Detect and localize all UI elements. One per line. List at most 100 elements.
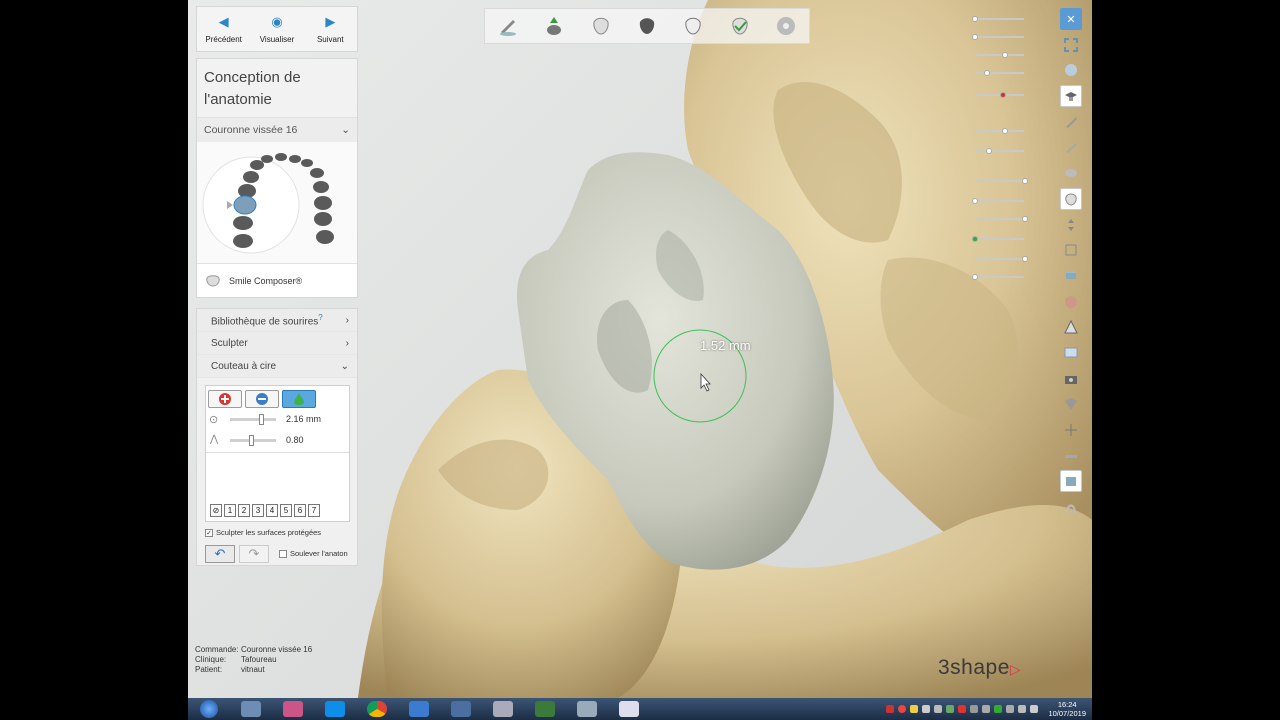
taskbar-app[interactable] [272,698,314,720]
network-icon[interactable] [1018,705,1027,713]
chrome-icon [367,701,387,717]
visibility-slider[interactable] [972,14,1032,24]
visibility-slider[interactable] [972,90,1032,100]
taskbar-dental-system[interactable] [608,698,650,720]
preset-button[interactable]: 7 [308,504,320,517]
visibility-slider[interactable] [972,272,1032,282]
smile-library-row[interactable]: Bibliothèque de sourires? › [197,309,357,332]
visibility-slider[interactable] [972,214,1032,224]
tool-crown[interactable] [578,9,624,43]
size-slider[interactable] [230,418,276,421]
visibility-slider[interactable] [972,234,1032,244]
taskbar-teamviewer[interactable] [314,698,356,720]
visibility-slider[interactable] [972,146,1032,156]
tool-button[interactable] [1060,496,1082,518]
visibility-slider[interactable] [972,68,1032,78]
redo-button[interactable]: ↷ [239,545,269,563]
taskbar-app[interactable] [230,698,272,720]
taskbar-chrome[interactable] [356,698,398,720]
tray-icon[interactable] [1030,705,1039,713]
strength-slider-knob[interactable] [249,435,254,446]
tool-button[interactable] [1060,470,1082,493]
preset-button[interactable]: 6 [294,504,306,517]
visibility-slider[interactable] [972,32,1032,42]
sculpt-row[interactable]: Sculpter › [197,332,357,355]
size-slider-knob[interactable] [259,414,264,425]
tool-pencil[interactable] [485,9,531,43]
tray-icon[interactable] [994,705,1003,713]
tool-button[interactable] [1060,187,1082,210]
tray-icon[interactable] [970,705,979,713]
visibility-slider[interactable] [972,50,1032,60]
view-sphere-button[interactable] [1060,59,1082,81]
remove-material-button[interactable] [245,390,279,408]
undo-button[interactable]: ↶ [205,545,235,563]
tool-button[interactable] [1060,162,1082,184]
tool-button[interactable] [1060,393,1082,415]
taskbar-app[interactable] [524,698,566,720]
tool-validate[interactable] [716,9,762,43]
lift-anatomy-option[interactable]: Soulever l'anaton [279,549,348,558]
hat-tool-button[interactable] [1060,85,1082,108]
tool-button[interactable] [1060,342,1082,364]
preset-button[interactable]: 4 [266,504,278,517]
protect-checkbox[interactable]: ✓ [205,528,213,537]
tool-finish[interactable] [763,9,809,43]
tool-button[interactable] [1060,265,1082,287]
tools-panel: Bibliothèque de sourires? › Sculpter › C… [196,308,358,566]
tool-button[interactable] [1060,419,1082,441]
clock[interactable]: 16:24 10/07/2019 [1048,700,1086,718]
tool-button[interactable] [1060,111,1082,133]
visibility-slider[interactable] [972,126,1032,136]
preset-button[interactable]: 3 [252,504,264,517]
smile-composer-button[interactable]: Smile Composer® [197,263,357,297]
volume-icon[interactable] [922,705,931,713]
tray-icon[interactable] [946,705,955,713]
tooth-chart[interactable] [199,153,357,261]
tray-icon[interactable] [1006,705,1015,713]
preset-reset-button[interactable]: ⊘ [210,504,222,517]
taskbar-app[interactable] [482,698,524,720]
add-material-button[interactable] [208,390,242,408]
help-icon[interactable]: ? [318,313,322,322]
crown-selector[interactable]: Couronne vissée 16 ⌄ [197,118,357,142]
close-button[interactable]: ✕ [1060,8,1082,30]
previous-button[interactable]: ◀ Précédent [197,7,250,51]
app-icon [451,701,471,717]
tray-icon[interactable] [982,705,991,713]
tray-icon[interactable] [898,705,907,713]
tool-button[interactable] [1060,316,1082,338]
smooth-button[interactable] [282,390,316,408]
tool-button[interactable] [1060,214,1082,236]
next-button[interactable]: ▶ Suivant [304,7,357,51]
tool-button[interactable] [1060,291,1082,313]
tool-dark-crown[interactable] [624,9,670,43]
protect-surfaces-option[interactable]: ✓ Sculpter les surfaces protégées [205,528,321,537]
arrow-right-icon: ▶ [325,13,336,29]
preset-button[interactable]: 2 [238,504,250,517]
tray-icon[interactable] [958,705,967,713]
fullscreen-button[interactable] [1060,34,1082,56]
tool-button[interactable] [1060,239,1082,261]
lift-checkbox[interactable] [279,549,287,558]
view-button[interactable]: ◉ Visualiser [250,7,303,51]
face-icon [1065,295,1077,308]
tray-icon[interactable] [886,705,895,713]
tool-anatomy[interactable] [670,9,716,43]
taskbar-app[interactable] [398,698,440,720]
tool-button[interactable] [1060,445,1082,467]
visibility-slider[interactable] [972,254,1032,264]
tray-icon[interactable] [910,705,919,713]
preset-button[interactable]: 5 [280,504,292,517]
taskbar-app[interactable] [566,698,608,720]
tray-icon[interactable] [934,705,943,713]
tool-button[interactable] [1060,368,1082,390]
tool-insert[interactable] [531,9,577,43]
preset-button[interactable]: 1 [224,504,236,517]
tool-button[interactable] [1060,136,1082,158]
visibility-slider[interactable] [972,176,1032,186]
start-button[interactable] [188,698,230,720]
visibility-slider[interactable] [972,196,1032,206]
taskbar-app[interactable] [440,698,482,720]
wax-knife-row[interactable]: Couteau à cire ⌄ [197,355,357,378]
